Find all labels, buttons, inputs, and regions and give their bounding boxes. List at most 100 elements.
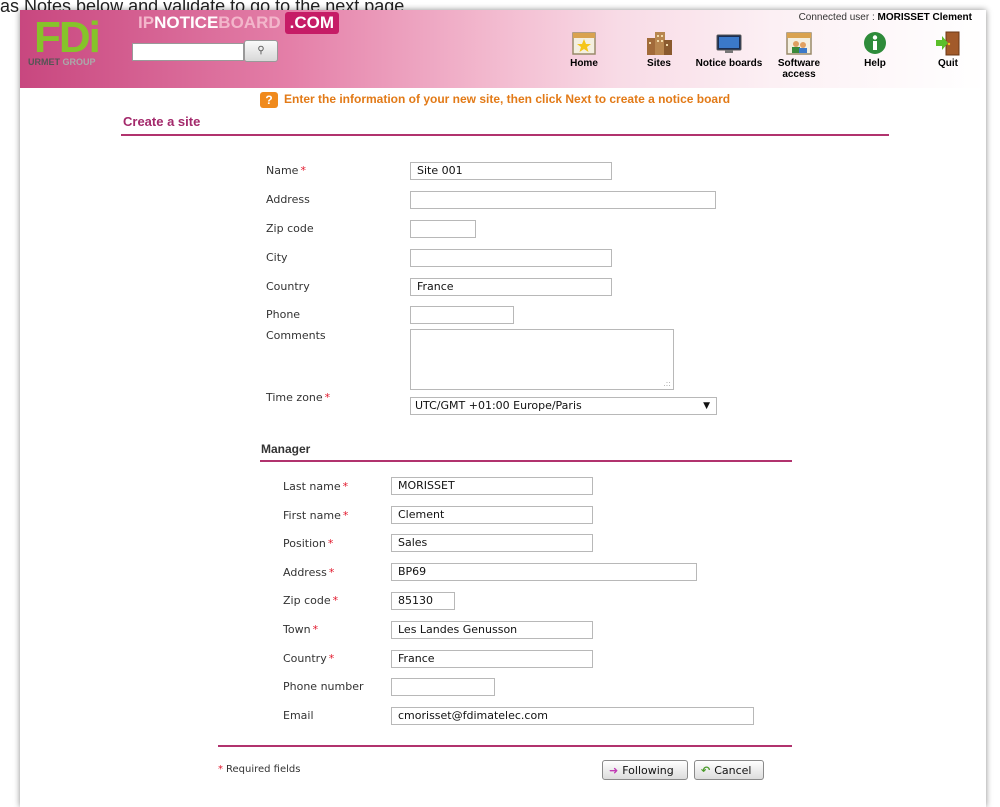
manager-country-input[interactable]: France [391, 650, 593, 668]
country-label: Country [266, 280, 310, 293]
required-star: * [327, 537, 334, 550]
manager-email-input[interactable]: cmorisset@fdimatelec.com [391, 707, 754, 725]
address-label: Address [266, 193, 310, 206]
logo-ip: IP [138, 13, 155, 32]
manager-section-title: Manager [261, 442, 311, 456]
required-star: * [312, 623, 319, 636]
connected-user-name: MORISSET Clement [877, 12, 972, 23]
connected-user: Connected user : MORISSET Clement [799, 12, 972, 23]
zip-code-label: Zip code [266, 222, 314, 235]
name-label-text: Name [266, 164, 299, 177]
question-icon: ? [260, 92, 278, 108]
site-phone-input[interactable] [410, 306, 514, 324]
manager-address-input[interactable]: BP69 [391, 563, 697, 581]
required-star: * [300, 164, 306, 177]
manager-country-label: Country * [283, 652, 334, 665]
nav-software-label-2: access [782, 69, 816, 80]
info-message: ? Enter the information of your new site,… [260, 92, 730, 108]
nav-help-label: Help [864, 58, 886, 69]
first-name-label: First name * [283, 509, 348, 522]
site-zip-input[interactable] [410, 220, 476, 238]
info-message-text: Enter the information of your new site, … [284, 92, 731, 107]
position-label: Position * [283, 537, 333, 550]
logo-com: .COM [284, 12, 340, 34]
site-city-input[interactable] [410, 249, 612, 267]
nav-sites-label: Sites [647, 58, 671, 69]
required-star: * [324, 391, 331, 404]
search-icon: ⚲ [257, 45, 265, 56]
manager-first-name-input[interactable]: Clement [391, 506, 593, 524]
header-search-button[interactable]: ⚲ [244, 40, 278, 62]
connected-user-label: Connected user : [798, 12, 875, 23]
manager-town-input[interactable]: Les Landes Genusson [391, 621, 593, 639]
name-label: Name * [266, 164, 306, 177]
town-label: Town * [283, 623, 318, 636]
manager-address-label-text: Address [283, 566, 327, 579]
following-button[interactable]: ➜ Following [602, 760, 688, 780]
ipnoticeboard-logo: IPNOTICEBOARD .COM [138, 12, 340, 34]
last-name-label: Last name * [283, 480, 348, 493]
cancel-label: Cancel [714, 764, 752, 777]
required-note-text: Required fields [226, 764, 301, 775]
nav-sites[interactable]: Sites [639, 30, 679, 69]
nav-software-label-1: Software [777, 58, 821, 69]
phone-number-label: Phone number [283, 680, 364, 693]
header-banner: FDi URMET GROUP IPNOTICEBOARD .COM ⚲ Conn… [20, 10, 986, 88]
nav-notice-boards[interactable]: Notice boards [693, 30, 765, 69]
comments-label: Comments [266, 329, 326, 342]
resize-grip-icon[interactable]: .:: [663, 379, 671, 388]
monitor-icon [716, 34, 742, 53]
manager-divider [260, 460, 792, 462]
urmet-text: URMET [28, 57, 60, 67]
site-comments-textarea[interactable]: .:: [410, 329, 674, 390]
following-label: Following [622, 764, 674, 777]
site-name-input[interactable]: Site 001 [410, 162, 612, 180]
phone-label: Phone [266, 308, 301, 321]
nav-notice-boards-label: Notice boards [695, 58, 763, 69]
manager-phone-input[interactable] [391, 678, 495, 696]
nav-help[interactable]: Help [855, 30, 895, 69]
group-text: GROUP [62, 57, 96, 67]
city-label: City [266, 251, 288, 264]
exit-door-icon [936, 31, 960, 56]
title-divider [121, 134, 889, 136]
logo-notice: NOTICE [154, 13, 219, 32]
urmet-group-logo: URMET GROUP [28, 57, 96, 67]
required-fields-note: * Required fields [218, 764, 300, 775]
arrow-right-icon: ➜ [609, 764, 619, 777]
nav-software-access[interactable]: Software access [775, 30, 823, 80]
required-star: * [332, 594, 339, 607]
footer-divider [218, 745, 792, 747]
last-name-label-text: Last name [283, 480, 341, 493]
manager-zip-label-text: Zip code [283, 594, 331, 607]
chevron-down-icon: ▼ [703, 401, 710, 411]
fdi-logo: FDi [34, 13, 101, 62]
site-address-input[interactable] [410, 191, 716, 209]
required-star: * [328, 566, 335, 579]
nav-quit-label: Quit [938, 58, 958, 69]
header-search-input[interactable] [132, 43, 244, 61]
manager-zip-input[interactable]: 85130 [391, 592, 455, 610]
app-window: FDi URMET GROUP IPNOTICEBOARD .COM ⚲ Conn… [20, 10, 986, 807]
site-country-input[interactable]: France [410, 278, 612, 296]
first-name-label-text: First name [283, 509, 341, 522]
required-star: * [342, 480, 349, 493]
cancel-button[interactable]: ↶ Cancel [694, 760, 764, 780]
town-label-text: Town [283, 623, 311, 636]
required-star: * [218, 764, 223, 775]
manager-country-label-text: Country [283, 652, 327, 665]
manager-last-name-input[interactable]: MORISSET [391, 477, 593, 495]
time-zone-label-text: Time zone [266, 391, 323, 404]
nav-quit[interactable]: Quit [928, 30, 968, 69]
home-icon [572, 32, 596, 55]
info-icon [864, 32, 886, 54]
required-star: * [342, 509, 349, 522]
nav-home[interactable]: Home [564, 30, 604, 69]
email-label: Email [283, 709, 314, 722]
nav-home-label: Home [570, 58, 598, 69]
page-title: Create a site [123, 114, 201, 129]
manager-address-label: Address * [283, 566, 334, 579]
time-zone-select[interactable]: UTC/GMT +01:00 Europe/Paris ▼ [410, 397, 717, 415]
undo-arrow-icon: ↶ [701, 764, 711, 777]
manager-position-input[interactable]: Sales [391, 534, 593, 552]
